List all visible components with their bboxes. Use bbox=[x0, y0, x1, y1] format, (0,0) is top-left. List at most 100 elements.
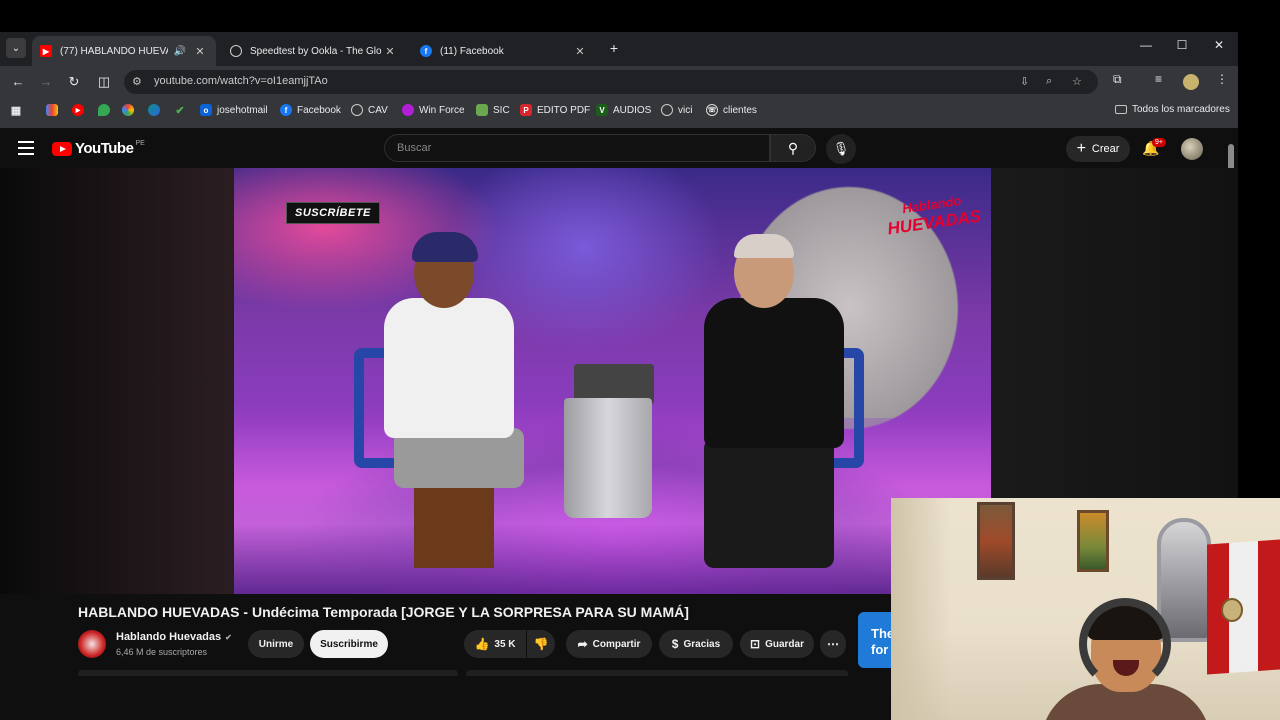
extensions-icon[interactable]: ⧉ bbox=[1113, 72, 1122, 87]
bookmark-gmail[interactable] bbox=[46, 104, 63, 116]
address-bar[interactable]: ⚙ youtube.com/watch?v=oI1eamjjTAo ⇩ ⌕ ☆ bbox=[124, 70, 1098, 94]
account-avatar[interactable] bbox=[1181, 138, 1203, 160]
wall-picture bbox=[977, 502, 1015, 580]
all-bookmarks[interactable]: Todos los marcadores bbox=[1115, 104, 1230, 115]
share-icon: ➦ bbox=[577, 637, 588, 651]
profile-avatar[interactable] bbox=[1183, 74, 1199, 90]
create-button[interactable]: + Crear bbox=[1066, 136, 1130, 162]
more-icon: ⋯ bbox=[827, 637, 839, 651]
bookmark-photos[interactable] bbox=[122, 104, 139, 116]
thanks-button[interactable]: $ Gracias bbox=[659, 630, 733, 658]
bookmark-facebook[interactable]: f Facebook bbox=[280, 104, 341, 116]
subscribe-button[interactable]: Suscribirme bbox=[310, 630, 388, 658]
bookmark-apps[interactable]: ▦ bbox=[10, 104, 27, 117]
bookmark-editopdf[interactable]: P EDITO PDF bbox=[520, 104, 590, 116]
thanks-label: Gracias bbox=[683, 638, 721, 650]
join-button[interactable]: Unirme bbox=[248, 630, 304, 658]
tab-title: (77) HABLANDO HUEVADAS bbox=[60, 45, 168, 57]
tab-search-button[interactable]: ⌄ bbox=[6, 38, 26, 58]
share-button[interactable]: ➦ Compartir bbox=[566, 630, 652, 658]
bookmark-sic[interactable]: SIC bbox=[476, 104, 510, 116]
bookmark-youtube[interactable]: ▶ bbox=[72, 104, 89, 116]
whatsapp-icon: ☏ bbox=[706, 104, 718, 116]
tab-speedtest[interactable]: Speedtest by Ookla - The Globa ✕ bbox=[222, 36, 406, 66]
forward-icon[interactable]: → bbox=[36, 72, 56, 92]
bookmark-josehotmail[interactable]: o josehotmail bbox=[200, 104, 268, 116]
new-tab-icon[interactable]: + bbox=[606, 40, 622, 56]
youtube-logo[interactable]: YouTube PE bbox=[52, 140, 145, 157]
bookmark-label: Facebook bbox=[297, 104, 341, 116]
peru-flag bbox=[1207, 539, 1280, 675]
close-window-icon[interactable]: ✕ bbox=[1201, 38, 1237, 58]
channel-name[interactable]: Hablando Huevadas ✔ bbox=[116, 631, 232, 643]
minimize-icon[interactable]: — bbox=[1128, 38, 1164, 58]
tab-youtube[interactable]: ▶ (77) HABLANDO HUEVADAS 🔊 ✕ bbox=[32, 36, 216, 66]
more-actions-button[interactable]: ⋯ bbox=[820, 630, 846, 658]
save-button[interactable]: ⊡ Guardar bbox=[740, 630, 814, 658]
tab-facebook[interactable]: f (11) Facebook ✕ bbox=[412, 36, 596, 66]
v-icon: V bbox=[596, 104, 608, 116]
speaker-icon[interactable]: 🔊 bbox=[174, 46, 186, 57]
search-placeholder: Buscar bbox=[397, 142, 432, 154]
channel-name-text: Hablando Huevadas bbox=[116, 631, 222, 643]
maximize-icon[interactable]: ☐ bbox=[1164, 38, 1200, 58]
media-control-icon[interactable]: ≡ bbox=[1155, 72, 1162, 86]
video-title: HABLANDO HUEVADAS - Undécima Temporada [… bbox=[78, 604, 689, 620]
microphone-icon[interactable]: 🎙 bbox=[826, 134, 856, 164]
bookmark-label: CAV bbox=[368, 104, 388, 116]
outlook-icon: o bbox=[200, 104, 212, 116]
back-icon[interactable]: ← bbox=[8, 72, 28, 92]
join-label: Unirme bbox=[258, 638, 294, 650]
bookmark-check[interactable]: ✔ bbox=[174, 104, 191, 117]
bookmark-audios[interactable]: V AUDIOS bbox=[596, 104, 651, 116]
split-view-icon[interactable]: ◫ bbox=[94, 72, 114, 92]
video-player[interactable]: SUSCRÍBETE Hablando HUEVADAS bbox=[234, 168, 991, 594]
dislike-button[interactable]: 👎 bbox=[527, 630, 555, 658]
close-tab-icon[interactable]: ✕ bbox=[572, 45, 588, 58]
bookmark-winforce[interactable]: Win Force bbox=[402, 104, 465, 116]
video-person-right bbox=[694, 234, 844, 568]
bookmark-label: EDITO PDF bbox=[537, 104, 591, 116]
create-label: Crear bbox=[1091, 143, 1120, 155]
bookmark-edge[interactable] bbox=[148, 104, 165, 116]
search-icon[interactable]: ⚲ bbox=[770, 134, 816, 162]
notification-badge: 9+ bbox=[1152, 138, 1166, 147]
bookmark-vici[interactable]: vici bbox=[661, 104, 692, 116]
site-info-icon[interactable]: ⚙ bbox=[132, 75, 142, 88]
bookmark-clientes[interactable]: ☏ clientes bbox=[706, 104, 757, 116]
video-brand-logo: Hablando HUEVADAS bbox=[884, 190, 982, 238]
facebook-icon: f bbox=[280, 104, 292, 116]
video-person-left bbox=[384, 232, 524, 568]
flag-crest bbox=[1221, 598, 1243, 622]
headset-icon bbox=[1079, 598, 1171, 690]
close-tab-icon[interactable]: ✕ bbox=[192, 45, 208, 58]
zoom-icon[interactable]: ⌕ bbox=[1046, 75, 1052, 88]
url-text[interactable]: youtube.com/watch?v=oI1eamjjTAo bbox=[154, 75, 328, 87]
facebook-icon: f bbox=[420, 45, 432, 57]
youtube-icon: ▶ bbox=[40, 45, 52, 57]
close-tab-icon[interactable]: ✕ bbox=[382, 45, 398, 58]
tab-title: Speedtest by Ookla - The Globa bbox=[250, 45, 382, 57]
bookmark-star-icon[interactable]: ☆ bbox=[1072, 75, 1082, 88]
install-app-icon[interactable]: ⇩ bbox=[1020, 75, 1029, 88]
photos-icon bbox=[122, 104, 134, 116]
search-input[interactable]: Buscar bbox=[384, 134, 770, 162]
menu-icon[interactable]: ⋮ bbox=[1216, 72, 1228, 86]
youtube-icon: ▶ bbox=[72, 104, 84, 116]
sic-icon bbox=[476, 104, 488, 116]
winforce-icon bbox=[402, 104, 414, 116]
youtube-wordmark: YouTube bbox=[75, 140, 134, 157]
reload-icon[interactable]: ↻ bbox=[64, 72, 84, 92]
folder-icon bbox=[1115, 105, 1127, 114]
save-label: Guardar bbox=[765, 638, 804, 650]
bookmark-cav[interactable]: CAV bbox=[351, 104, 388, 116]
channel-avatar[interactable] bbox=[78, 630, 106, 658]
bookmark-maps[interactable] bbox=[98, 104, 115, 116]
like-button[interactable]: 👍 35 K bbox=[464, 630, 526, 658]
thumbs-down-icon: 👎 bbox=[533, 637, 549, 651]
menu-icon[interactable] bbox=[18, 141, 34, 155]
like-count: 35 K bbox=[494, 638, 516, 650]
globe-icon bbox=[661, 104, 673, 116]
youtube-play-icon bbox=[52, 141, 72, 156]
bookmark-label: clientes bbox=[723, 104, 757, 116]
